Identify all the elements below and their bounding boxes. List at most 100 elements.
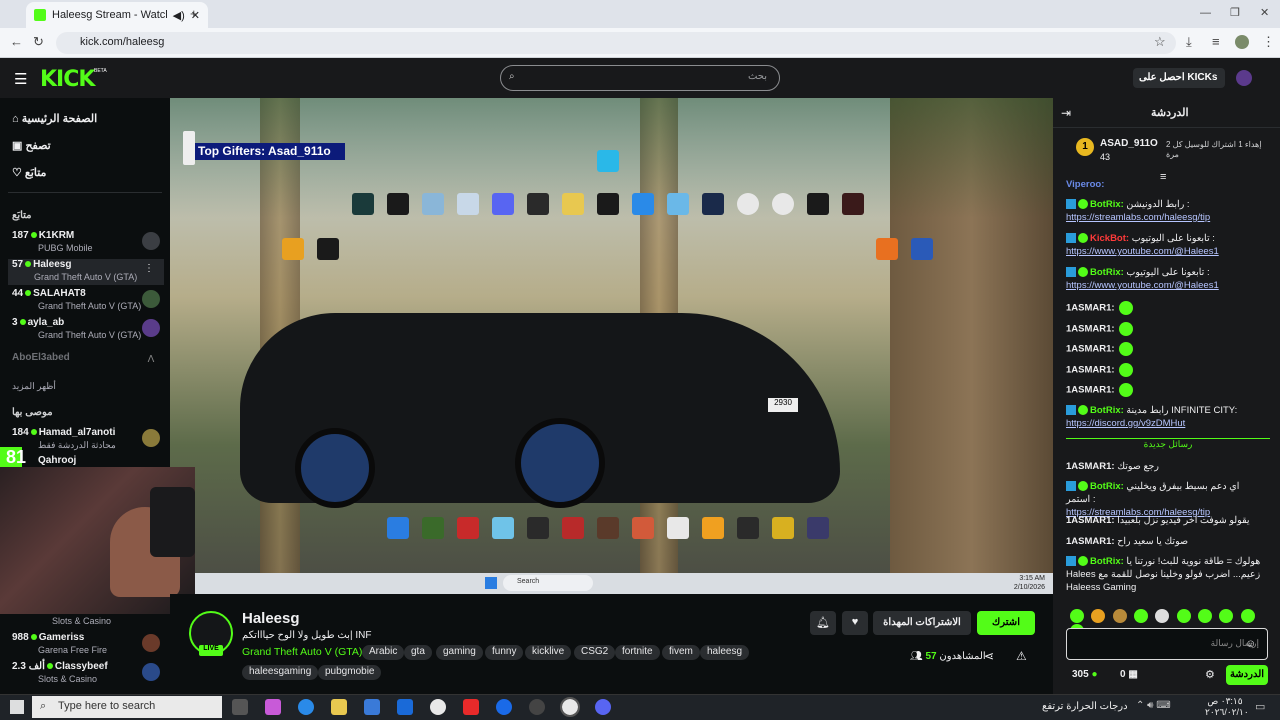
file-explorer-icon[interactable] — [331, 699, 347, 715]
notifications-icon[interactable]: ▭ — [1255, 700, 1265, 713]
emoji-picker-icon[interactable]: ☺ — [1245, 638, 1256, 650]
emote-icon[interactable] — [1070, 608, 1084, 623]
pico-park-icon — [492, 517, 514, 539]
subscribe-button[interactable]: اشترك — [977, 611, 1035, 635]
user-avatar[interactable] — [1236, 70, 1252, 86]
chat-settings-icon[interactable]: ⚙ — [1205, 668, 1215, 681]
notification-bell-icon[interactable]: 🔔︎ — [810, 611, 836, 635]
windows-start-icon[interactable] — [10, 700, 24, 714]
followed-channel[interactable]: 44 SALAHAT8 Grand Theft Auto V (GTA) — [12, 288, 164, 314]
new-tab-icon[interactable]: + — [190, 6, 198, 21]
more-options-icon[interactable]: ⋮ — [144, 263, 154, 274]
desktop-app-icon — [352, 193, 374, 215]
chat-link[interactable]: https://www.youtube.com/@Halees1 — [1066, 280, 1219, 291]
gift-subs-button[interactable]: الاشتراكات المهداة — [873, 611, 971, 635]
discord-icon[interactable] — [595, 699, 611, 715]
browser-tab[interactable]: Haleesg Stream - Watch Live ◀) ✕ — [26, 2, 208, 28]
chat-link[interactable]: https://discord.gg/v9zDMHut — [1066, 418, 1185, 429]
stream-tag[interactable]: haleesgaming — [242, 665, 319, 680]
channel-row[interactable]: 2.3 ألف Classybeef Slots & Casino — [12, 661, 164, 687]
stream-tag[interactable]: haleesg — [700, 645, 750, 660]
stream-tag[interactable]: fortnite — [615, 645, 660, 660]
url-field[interactable]: kick.com/haleesg — [56, 32, 1176, 54]
streamer-name[interactable]: Haleesg — [242, 610, 300, 627]
stream-tag[interactable]: CSG2 — [574, 645, 616, 660]
emote-icon[interactable] — [1134, 608, 1149, 623]
emote-icon[interactable] — [1112, 608, 1127, 623]
emote-icon[interactable] — [1198, 608, 1213, 623]
get-kicks-button[interactable]: احصل على KICKs — [1133, 68, 1225, 88]
nav-browse[interactable]: ▣ تصفح — [12, 139, 51, 152]
download-icon[interactable]: ⤓ — [1186, 34, 1192, 50]
stream-tag[interactable]: gaming — [436, 645, 483, 660]
recommended-channel[interactable]: 184 Hamad_al7anoti محادثة الدردشة فقط — [12, 427, 164, 453]
minimize-icon[interactable]: — — [1200, 7, 1211, 19]
browser-menu-icon[interactable]: ⋮ — [1262, 34, 1275, 50]
bookmark-star-icon[interactable]: ☆ — [1154, 34, 1166, 50]
show-more-link[interactable]: أظهر المزيد — [12, 381, 56, 392]
followed-channel-offline[interactable]: AboEl3abed Λ — [12, 352, 164, 378]
youtube-icon[interactable] — [463, 699, 479, 715]
collapse-chat-icon[interactable]: ⇥ — [1061, 106, 1071, 120]
mod-badge-icon — [1066, 199, 1076, 210]
stream-tag[interactable]: pubgmobie — [318, 665, 382, 680]
follow-heart-icon[interactable]: ♥ — [842, 611, 868, 635]
emote-icon[interactable] — [1219, 608, 1234, 623]
reading-list-icon[interactable]: ≡ — [1212, 34, 1220, 49]
emote-icon[interactable] — [1176, 608, 1191, 623]
chat-message: 1ASMAR1: رجع صوتك — [1066, 461, 1159, 472]
channel-row[interactable]: 988 Gameriss Garena Free Fire — [12, 632, 164, 658]
obs-icon — [597, 193, 619, 215]
profile-avatar[interactable] — [1235, 35, 1249, 49]
search-input[interactable]: بحث — [500, 65, 780, 91]
stream-tag[interactable]: funny — [485, 645, 524, 660]
reload-icon[interactable]: ↻ — [33, 34, 44, 50]
followed-channel[interactable]: 3 ayla_ab Grand Theft Auto V (GTA) — [12, 317, 164, 343]
kick-logo[interactable]: KICK — [40, 67, 95, 92]
report-icon[interactable]: ⚠ — [1016, 649, 1027, 663]
share-icon[interactable]: ⋖ — [984, 649, 994, 663]
restore-icon[interactable]: ❐ — [1230, 6, 1240, 19]
task-view-icon[interactable] — [232, 699, 248, 715]
back-icon[interactable]: ← — [10, 34, 23, 49]
close-window-icon[interactable]: ✕ — [1260, 6, 1269, 19]
nav-following[interactable]: ♡ متابَع — [12, 166, 46, 179]
nav-home[interactable]: ⌂ الصفحة الرئيسية — [12, 112, 97, 125]
followed-channel-active[interactable]: 57 Haleesg Grand Theft Auto V (GTA) ⋮ — [8, 259, 164, 285]
points-balance[interactable]: 0 ▦ — [1120, 669, 1138, 680]
chat-input[interactable]: إرسال رسالة — [1066, 628, 1268, 660]
chrome-icon[interactable] — [430, 699, 446, 715]
system-tray-icons[interactable]: ⌃ 🔊︎ ⌨ — [1136, 700, 1171, 711]
app-icon[interactable] — [529, 699, 545, 715]
emote-icon[interactable] — [1091, 608, 1106, 623]
outlook-icon[interactable] — [397, 699, 413, 715]
search-icon: ⌕ — [509, 71, 515, 82]
stream-tag[interactable]: fivem — [662, 645, 700, 660]
stream-tag[interactable]: kicklive — [525, 645, 572, 660]
chat-title: الدردشة — [1151, 107, 1189, 119]
chat-link[interactable]: https://www.youtube.com/@Halees1 — [1066, 246, 1219, 257]
network-icon — [667, 193, 689, 215]
live-dot — [30, 634, 37, 640]
edge-icon[interactable] — [298, 699, 314, 715]
windows-search-input[interactable]: Type here to search — [32, 696, 222, 718]
hamburger-menu-icon[interactable]: ☰ — [14, 70, 27, 88]
chat-link[interactable]: https://streamlabs.com/haleesg/tip — [1066, 212, 1210, 223]
stream-tag[interactable]: Arabic — [362, 645, 405, 660]
kicks-balance[interactable]: 305 ● — [1072, 669, 1098, 680]
stream-tag[interactable]: gta — [404, 645, 432, 660]
chrome-active-icon[interactable] — [560, 697, 580, 717]
category-link[interactable]: Grand Theft Auto V (GTA) — [242, 646, 362, 658]
emote-icon[interactable] — [1155, 608, 1170, 623]
store-icon[interactable] — [364, 699, 380, 715]
followed-channel[interactable]: 187 K1KRM PUBG Mobile — [12, 230, 164, 256]
system-clock[interactable]: ٠٣:١٥ ص ٢٠٢٦/٠٢/١٠ — [1205, 696, 1249, 718]
kick-favicon-icon — [34, 9, 46, 21]
facebook-icon[interactable] — [496, 699, 512, 715]
send-chat-button[interactable]: الدردشة — [1226, 665, 1268, 685]
weather-widget[interactable]: درجات الحرارة ترتفع — [1042, 701, 1128, 712]
emote-icon[interactable] — [1240, 608, 1255, 623]
chat-message: BotRix: رابط الدونيشن : https://streamlab… — [1066, 199, 1211, 223]
tab-audio-icon[interactable]: ◀) — [173, 9, 185, 22]
copilot-icon[interactable] — [265, 699, 281, 715]
